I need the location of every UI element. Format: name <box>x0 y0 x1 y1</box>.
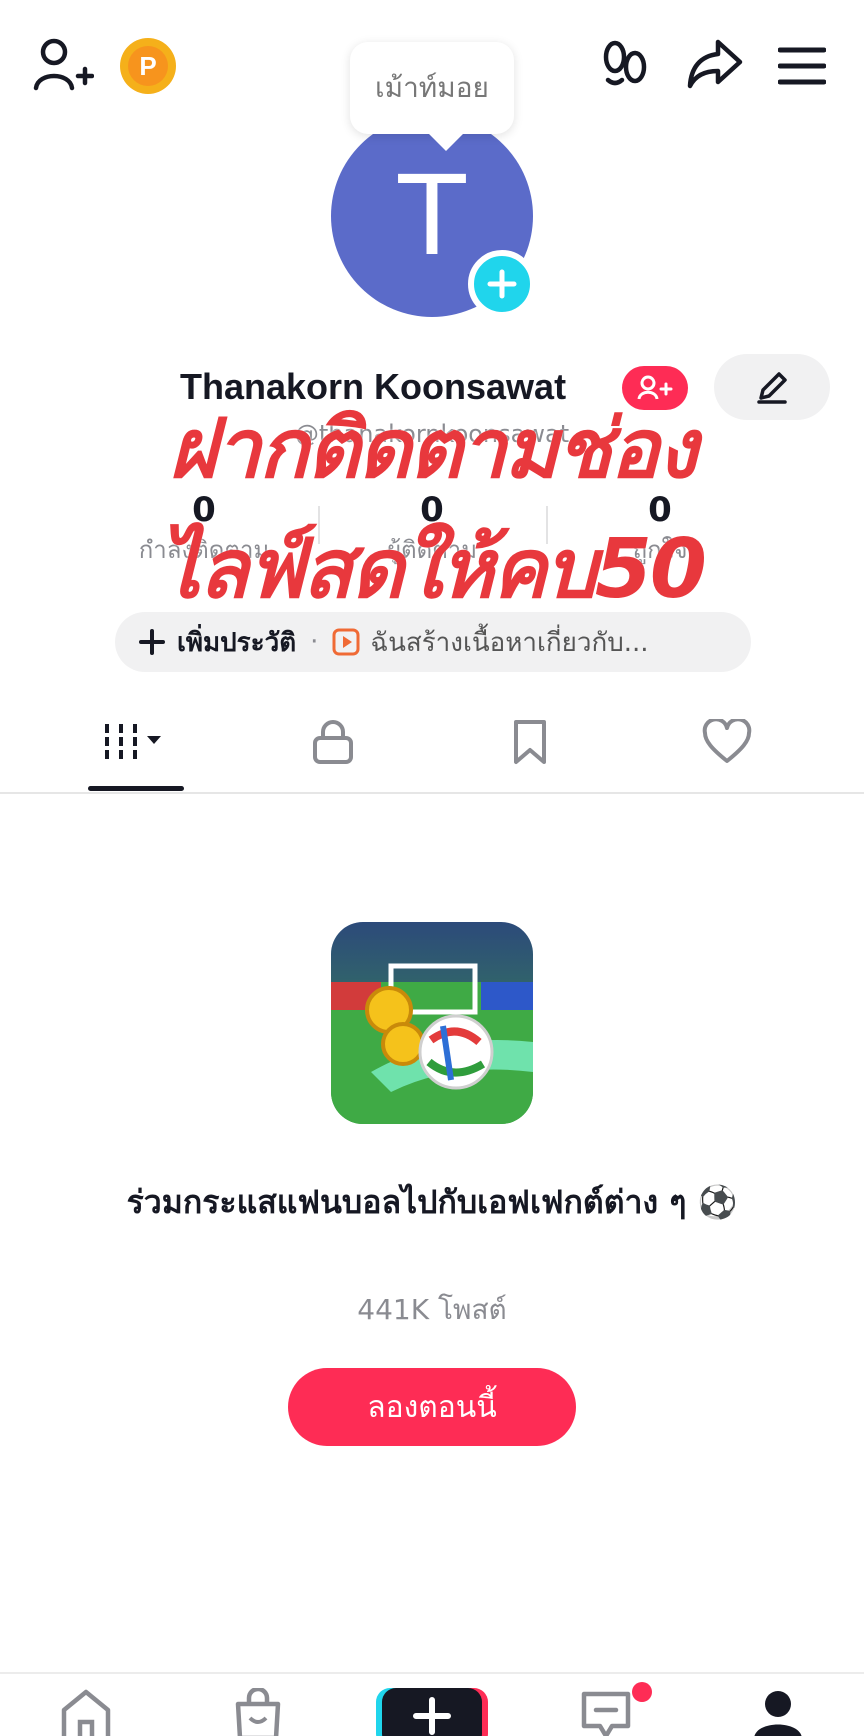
effect-title: ร่วมกระแสแฟนบอลไปกับเอฟเฟกต์ต่าง ๆ ⚽ <box>126 1183 738 1221</box>
home-icon <box>61 1689 111 1736</box>
plus-icon <box>139 629 165 655</box>
nav-create-button[interactable] <box>382 1688 482 1736</box>
nav-home[interactable] <box>46 1688 126 1736</box>
create-icon <box>413 1697 451 1735</box>
private-lock-icon <box>313 720 353 764</box>
tab-videos[interactable] <box>76 690 196 794</box>
bottom-nav <box>0 1672 864 1736</box>
soccer-ball-coins-icon <box>331 922 533 1124</box>
content-tabs <box>0 690 864 794</box>
liked-heart-icon <box>702 719 752 763</box>
overlay-line-2: ไลฟ์สดให้คบ50 <box>159 522 707 617</box>
inbox-icon <box>581 1691 631 1736</box>
overlay-line-1: ฝากติดตามช่อง <box>168 402 698 497</box>
tab-liked[interactable] <box>667 690 787 794</box>
coin-icon[interactable]: P <box>120 38 176 94</box>
tab-private[interactable] <box>273 690 393 794</box>
share-icon[interactable] <box>686 38 744 90</box>
menu-icon[interactable] <box>778 46 826 86</box>
try-now-button[interactable]: ลองตอนนี้ <box>288 1368 576 1446</box>
nav-shop[interactable] <box>218 1688 298 1736</box>
shop-icon <box>235 1688 281 1736</box>
nav-profile[interactable] <box>738 1688 818 1736</box>
overlay-caption: ฝากติดตามช่อง ไลฟ์สดให้คบ50 <box>0 390 864 630</box>
play-square-icon <box>332 628 360 656</box>
note-bubble[interactable]: เม้าท์มอย <box>350 42 514 134</box>
tab-indicator <box>88 786 184 791</box>
profile-icon <box>754 1691 802 1736</box>
plus-icon <box>487 269 517 299</box>
add-friend-icon[interactable] <box>32 36 94 92</box>
effect-thumbnail[interactable] <box>331 922 533 1124</box>
inbox-notification-dot <box>632 1682 652 1702</box>
avatar-add-button[interactable] <box>468 250 536 318</box>
videos-grid-icon <box>105 724 161 760</box>
avatar-letter: T <box>398 152 466 280</box>
footprints-icon[interactable] <box>600 40 652 90</box>
bio-separator: · <box>310 627 319 657</box>
coin-letter: P <box>128 46 168 86</box>
tab-saved[interactable] <box>470 690 590 794</box>
saved-bookmark-icon <box>514 720 546 764</box>
effect-post-count: 441K โพสต์ <box>357 1293 507 1326</box>
